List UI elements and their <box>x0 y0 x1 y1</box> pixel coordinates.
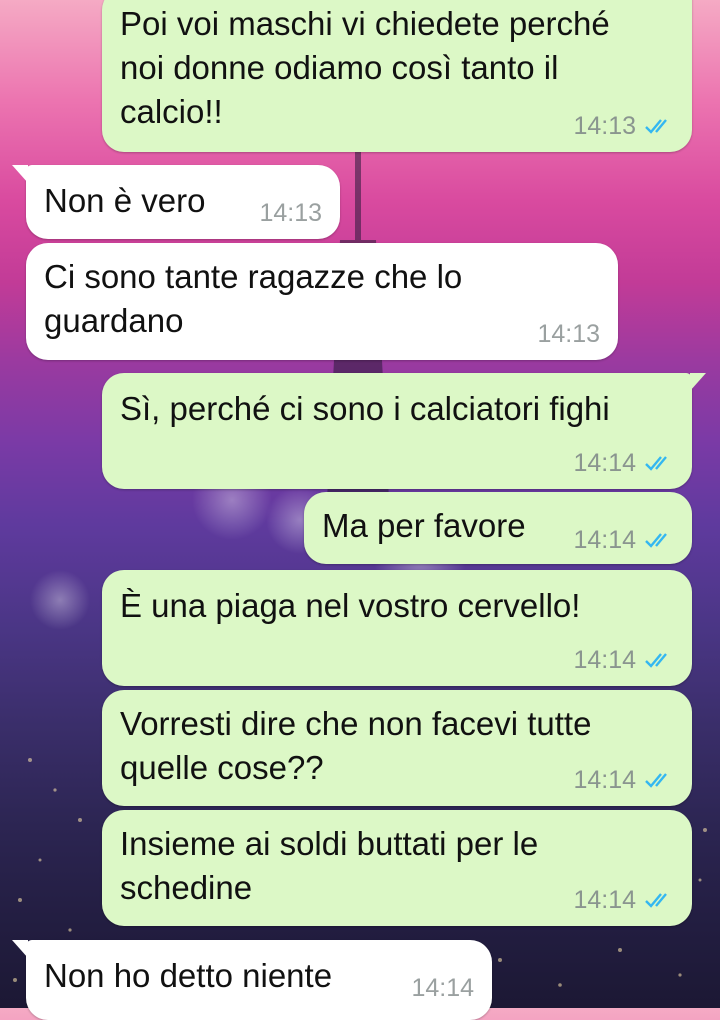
double-check-blue-icon <box>645 533 667 548</box>
message-bubble-incoming[interactable]: Non ho detto niente 14:14 <box>12 940 492 1020</box>
message-text: Insieme ai soldi buttati per le schedine <box>120 825 539 906</box>
chat-message-list[interactable]: Poi voi maschi vi chiedete perché noi do… <box>0 0 720 1020</box>
message-meta: 14:14 <box>411 974 474 1002</box>
double-check-blue-icon <box>645 893 667 908</box>
double-check-blue-icon <box>645 456 667 471</box>
message-bubble-outgoing[interactable]: Insieme ai soldi buttati per le schedine… <box>102 810 692 926</box>
message-bubble-outgoing[interactable]: Sì, perché ci sono i calciatori fighi 14… <box>102 373 706 489</box>
bubble-tail <box>12 165 28 183</box>
message-text: Non ho detto niente <box>44 957 333 994</box>
bubble-tail <box>690 373 706 391</box>
message-meta: 14:13 <box>537 320 600 348</box>
message-time: 14:14 <box>573 526 636 554</box>
message-time: 14:14 <box>573 646 636 674</box>
message-meta: 14:14 <box>573 646 678 674</box>
message-meta: 14:14 <box>573 449 678 477</box>
message-time: 14:13 <box>537 320 600 348</box>
message-meta: 14:14 <box>573 526 678 554</box>
message-time: 14:14 <box>411 974 474 1002</box>
message-bubble-outgoing[interactable]: Ma per favore 14:14 <box>304 492 692 564</box>
message-time: 14:13 <box>259 199 322 227</box>
bubble-tail <box>12 940 28 958</box>
message-bubble-incoming[interactable]: Ci sono tante ragazze che lo guardano 14… <box>26 243 618 360</box>
message-bubble-incoming[interactable]: Non è vero 14:13 <box>12 165 340 239</box>
message-text: È una piaga nel vostro cervello! <box>120 587 581 624</box>
double-check-blue-icon <box>645 119 667 134</box>
message-text: Non è vero <box>44 182 206 219</box>
double-check-blue-icon <box>645 653 667 668</box>
message-bubble-outgoing[interactable]: È una piaga nel vostro cervello! 14:14 <box>102 570 692 686</box>
message-text: Vorresti dire che non facevi tutte quell… <box>120 705 592 786</box>
message-meta: 14:14 <box>573 886 678 914</box>
message-time: 14:14 <box>573 766 636 794</box>
message-text: Poi voi maschi vi chiedete perché noi do… <box>120 5 610 130</box>
double-check-blue-icon <box>645 773 667 788</box>
message-meta: 14:14 <box>573 766 678 794</box>
message-time: 14:13 <box>573 112 636 140</box>
message-time: 14:14 <box>573 886 636 914</box>
message-text: Ci sono tante ragazze che lo guardano <box>44 258 463 339</box>
message-bubble-outgoing[interactable]: Poi voi maschi vi chiedete perché noi do… <box>102 0 692 152</box>
message-meta: 14:13 <box>259 199 322 227</box>
message-text: Sì, perché ci sono i calciatori fighi <box>120 390 610 427</box>
message-text: Ma per favore <box>322 507 526 544</box>
message-time: 14:14 <box>573 449 636 477</box>
message-meta: 14:13 <box>573 112 678 140</box>
message-bubble-outgoing[interactable]: Vorresti dire che non facevi tutte quell… <box>102 690 692 806</box>
